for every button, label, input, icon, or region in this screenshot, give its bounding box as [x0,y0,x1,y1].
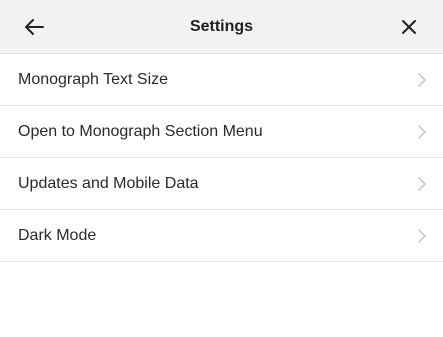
arrow-left-icon [25,19,44,35]
settings-item-label: Updates and Mobile Data [18,175,199,192]
settings-item-label: Monograph Text Size [18,71,169,88]
settings-list: Monograph Text Size Open to Monograph Se… [0,54,443,262]
chevron-right-icon [418,73,426,87]
settings-item-open-to-monograph-section-menu[interactable]: Open to Monograph Section Menu [0,106,443,158]
chevron-right-icon [418,125,426,139]
chevron-right-icon [418,229,426,243]
header-bar: Settings [0,0,443,54]
settings-item-label: Dark Mode [18,227,97,244]
close-icon [402,20,416,34]
page-title: Settings [189,18,254,35]
back-button[interactable] [22,16,46,38]
settings-item-dark-mode[interactable]: Dark Mode [0,210,443,262]
close-button[interactable] [399,17,419,37]
chevron-right-icon [418,177,426,191]
settings-item-updates-and-mobile-data[interactable]: Updates and Mobile Data [0,158,443,210]
settings-item-monograph-text-size[interactable]: Monograph Text Size [0,54,443,106]
settings-item-label: Open to Monograph Section Menu [18,123,263,140]
